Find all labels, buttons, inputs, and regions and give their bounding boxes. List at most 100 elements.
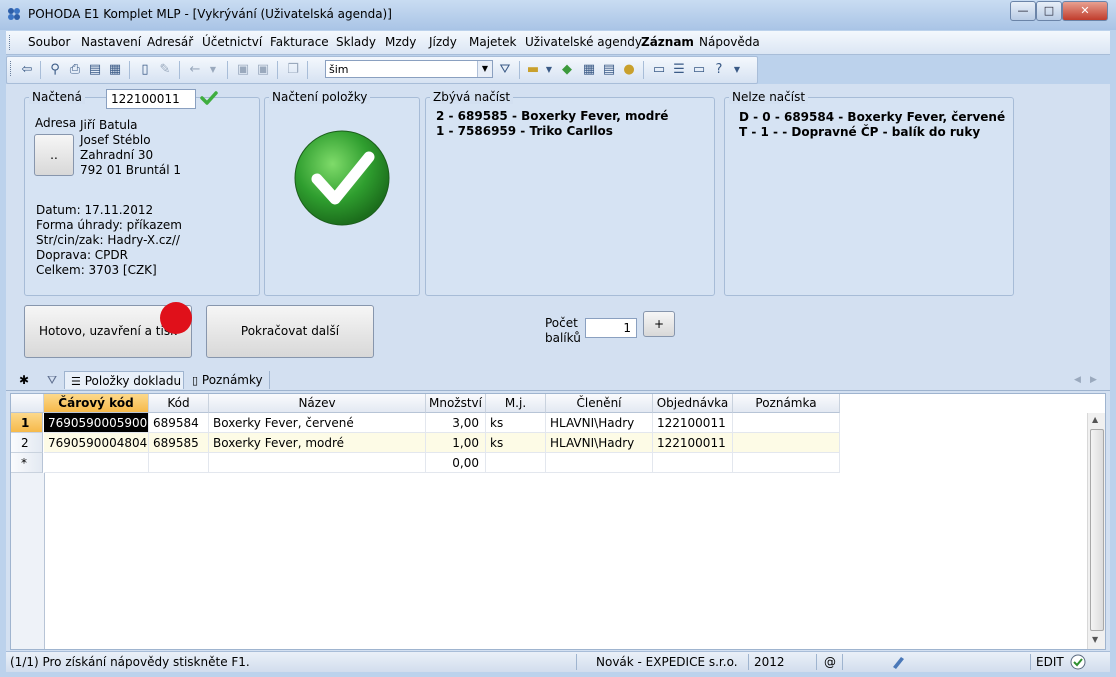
note-icon[interactable]: ▭	[691, 62, 707, 78]
chevron-down-icon[interactable]: ▼	[477, 61, 492, 77]
table-cell-note[interactable]	[733, 433, 840, 453]
toolbar-separator	[129, 61, 130, 79]
quick-filter-combo[interactable]: šim ▼	[325, 60, 493, 78]
tab-poznamky[interactable]: ▯ Poznámky	[188, 371, 270, 389]
menu-mzdy[interactable]: Mzdy	[385, 35, 416, 49]
menu-sklady[interactable]: Sklady	[336, 35, 376, 49]
table-cell-division[interactable]: HLAVNI\Hadry	[546, 413, 653, 433]
scrollbar-thumb[interactable]	[1090, 429, 1104, 631]
cannot-load-line-1: D - 0 - 689584 - Boxerky Fever, červené	[739, 110, 1006, 124]
packages-label-1: Počet	[545, 316, 578, 330]
column-code[interactable]: Kód	[149, 394, 209, 413]
table-cell-name[interactable]	[209, 453, 426, 473]
table-cell-division[interactable]: HLAVNI\Hadry	[546, 433, 653, 453]
table-cell-note[interactable]	[733, 413, 840, 433]
table-cell-order[interactable]	[653, 453, 733, 473]
menu-jizdy[interactable]: Jízdy	[429, 35, 457, 49]
chevron-down-icon[interactable]: ▼	[729, 62, 745, 78]
table-cell-code[interactable]: 689585	[149, 433, 209, 453]
filter-icon[interactable]: ⛛	[42, 371, 62, 389]
coins-icon[interactable]: ●	[621, 62, 637, 78]
table-cell-quantity[interactable]: 1,00	[426, 433, 486, 453]
packages-count-input[interactable]: 1	[585, 318, 637, 338]
scroll-up-icon[interactable]: ▲	[1092, 415, 1098, 424]
menu-soubor[interactable]: Soubor	[28, 35, 70, 49]
table-cell-barcode[interactable]: 7690590005900	[44, 413, 149, 433]
menu-adresar[interactable]: Adresář	[147, 35, 193, 49]
new-row-marker[interactable]: *	[11, 453, 43, 473]
calculator-icon[interactable]: ▤	[601, 62, 617, 78]
close-button[interactable]: ✕	[1062, 1, 1108, 21]
tag-icon[interactable]: ◆	[559, 62, 575, 78]
report-icon[interactable]: ▦	[107, 62, 123, 78]
maximize-button[interactable]: □	[1036, 1, 1062, 21]
column-order[interactable]: Objednávka	[653, 394, 733, 413]
status-help-text: (1/1) Pro získání nápovědy stiskněte F1.	[10, 655, 250, 669]
table-cell-name[interactable]: Boxerky Fever, červené	[209, 413, 426, 433]
address-button[interactable]: ..	[34, 134, 74, 176]
table-cell-order[interactable]: 122100011	[653, 413, 733, 433]
address-line-1: Jiří Batula	[80, 118, 138, 132]
toolbar-separator	[643, 61, 644, 79]
row-number[interactable]: 1	[11, 413, 43, 433]
column-quantity[interactable]: Množství	[426, 394, 486, 413]
column-barcode[interactable]: Čárový kód	[44, 394, 149, 413]
toolbar-grip[interactable]	[10, 61, 14, 76]
table-cell-code[interactable]	[149, 453, 209, 473]
order-number-input[interactable]: 122100011	[106, 89, 196, 109]
toolbar-separator	[40, 61, 41, 79]
menu-nastaveni[interactable]: Nastavení	[81, 35, 141, 49]
grid-icon[interactable]: ▦	[581, 62, 597, 78]
row-number[interactable]: 2	[11, 433, 43, 453]
tab-scroll-right-icon[interactable]: ▶	[1090, 371, 1097, 389]
filter-icon[interactable]: ⛛	[497, 62, 513, 78]
detail-shipping: Doprava: CPDR	[36, 248, 128, 262]
chevron-down-icon: ▼	[209, 65, 217, 74]
new-icon[interactable]: ▯	[137, 62, 153, 78]
menu-fakturace[interactable]: Fakturace	[270, 35, 329, 49]
column-division[interactable]: Členění	[546, 394, 653, 413]
table-cell-note[interactable]	[733, 453, 840, 473]
list-icon[interactable]: ☰	[671, 62, 687, 78]
message-icon[interactable]: ▭	[651, 62, 667, 78]
status-bar: (1/1) Pro získání nápovědy stiskněte F1.…	[6, 651, 1110, 672]
menu-ucetnictvi[interactable]: Účetnictví	[202, 35, 262, 49]
folder-icon[interactable]: ▬	[525, 62, 541, 78]
tab-scroll-left-icon[interactable]: ◀	[1074, 371, 1081, 389]
table-cell-barcode[interactable]: 7690590004804	[44, 433, 149, 453]
add-package-button[interactable]: +	[643, 311, 675, 337]
scroll-down-icon[interactable]: ▼	[1092, 635, 1098, 644]
table-cell-code[interactable]: 689584	[149, 413, 209, 433]
column-unit[interactable]: M.j.	[486, 394, 546, 413]
menu-uzivatelske-agendy[interactable]: Uživatelské agendy	[525, 35, 642, 49]
copy-icon: ❐	[287, 62, 299, 77]
pen-icon	[893, 657, 904, 669]
menu-zaznam[interactable]: Záznam	[641, 35, 694, 49]
preview-icon[interactable]: ▤	[87, 62, 103, 78]
chevron-down-icon[interactable]: ▼	[541, 62, 557, 78]
continue-next-order-button[interactable]: Pokračovat další objednávkou	[206, 305, 374, 389]
vertical-scrollbar[interactable]: ▲ ▼	[1087, 413, 1105, 649]
new-record-tab-icon[interactable]: ✱	[14, 371, 34, 389]
table-cell-unit[interactable]: ks	[486, 433, 546, 453]
table-cell-unit[interactable]: ks	[486, 413, 546, 433]
table-cell-unit[interactable]	[486, 453, 546, 473]
column-note[interactable]: Poznámka	[733, 394, 840, 413]
menu-majetek[interactable]: Majetek	[469, 35, 516, 49]
print-icon[interactable]: ⎙	[67, 62, 83, 78]
column-name[interactable]: Název	[209, 394, 426, 413]
table-cell-barcode[interactable]	[44, 453, 149, 473]
table-cell-name[interactable]: Boxerky Fever, modré	[209, 433, 426, 453]
toolbar-separator	[519, 61, 520, 79]
menu-grip[interactable]	[9, 35, 13, 50]
table-cell-order[interactable]: 122100011	[653, 433, 733, 453]
minimize-button[interactable]: —	[1010, 1, 1036, 21]
find-icon[interactable]: ⚲	[47, 62, 63, 78]
tab-polozky-dokladu[interactable]: ☰ Položky dokladu	[64, 371, 184, 389]
exit-icon[interactable]: ⇦	[19, 62, 35, 78]
menu-napoveda[interactable]: Nápověda	[699, 35, 760, 49]
help-icon[interactable]: ?	[711, 62, 727, 78]
table-cell-quantity[interactable]: 3,00	[426, 413, 486, 433]
table-cell-quantity[interactable]: 0,00	[426, 453, 486, 473]
table-cell-division[interactable]	[546, 453, 653, 473]
